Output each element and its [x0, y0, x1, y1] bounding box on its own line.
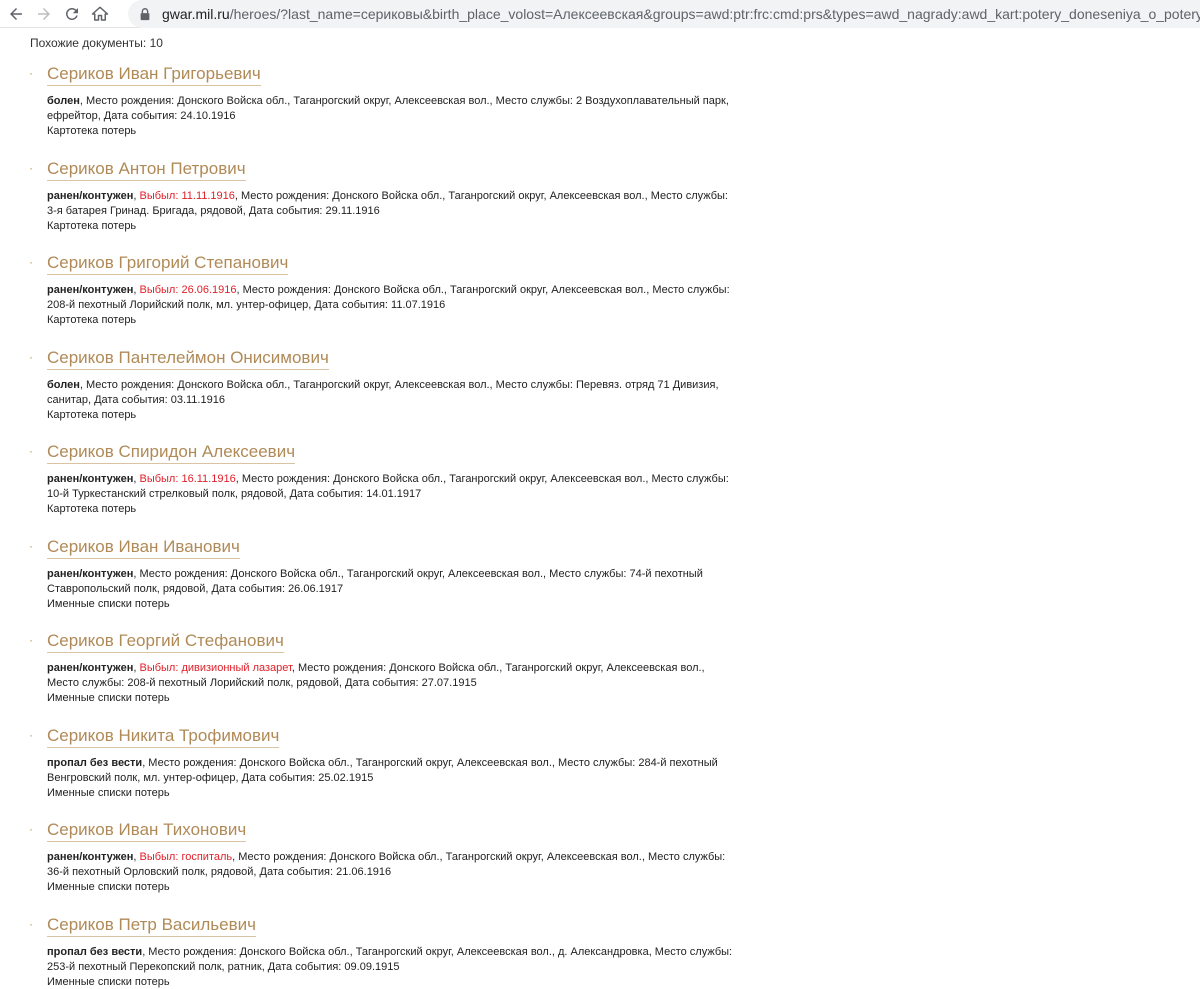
status-text: пропал без вести: [47, 945, 143, 958]
home-icon[interactable]: [86, 0, 114, 28]
details-text: , Место рождения: Донского Войска обл., …: [47, 945, 733, 973]
forward-arrow-icon[interactable]: [30, 0, 58, 28]
left-status-text: Выбыл: дивизионный лазарет: [139, 662, 292, 674]
bullet-icon: ·: [29, 633, 33, 647]
left-status-text: Выбыл: 16.11.1916: [139, 473, 236, 485]
bullet-icon: ·: [29, 255, 33, 269]
person-name-link[interactable]: Сериков Иван Тихонович: [47, 819, 247, 842]
status-text: ранен/контужен: [47, 567, 134, 580]
person-name-link[interactable]: Сериков Георгий Стефанович: [47, 630, 284, 653]
status-text: ранен/контужен: [47, 473, 134, 485]
source-label: Именные списки потерь: [47, 881, 170, 893]
url-path: /heroes/?last_name=сериковы&birth_place_…: [229, 6, 1200, 22]
left-status-text: Выбыл: госпиталь: [139, 851, 233, 863]
record-details: ранен/контужен, Выбыл: 16.11.1916, Место…: [47, 472, 737, 502]
record-details: ранен/контужен, Выбыл: 11.11.1916, Место…: [47, 189, 737, 219]
person-name-link[interactable]: Сериков Григорий Степанович: [47, 252, 289, 275]
url-domain: gwar.mil.ru: [162, 6, 230, 22]
source-label: Картотека потерь: [47, 408, 137, 421]
list-item: · Сериков Иван Тихонович ранен/контужен, В…: [0, 814, 760, 909]
status-text: пропал без вести: [47, 756, 143, 769]
source-label: Именные списки потерь: [47, 597, 170, 610]
record-details: болен, Место рождения: Донского Войска о…: [47, 94, 737, 124]
record-details: пропал без вести, Место рождения: Донско…: [47, 756, 737, 786]
bullet-icon: ·: [29, 727, 33, 742]
browser-toolbar: gwar.mil.ru/heroes/?last_name=сериковы&b…: [0, 0, 1200, 28]
bullet-icon: ·: [29, 160, 33, 175]
list-item: · Сериков Никита Трофимович пропал без вес…: [0, 720, 760, 815]
details-text: , Место рождения: Донского Войска обл., …: [47, 378, 719, 406]
source-label: Картотека потерь: [47, 219, 137, 232]
details-text: , Место рождения: Донского Войска обл., …: [47, 95, 729, 122]
person-name-link[interactable]: Сериков Петр Васильевич: [47, 914, 256, 937]
person-name-link[interactable]: Сериков Антон Петрович: [47, 158, 246, 181]
list-item: · Сериков Спиридон Алексеевич ранен/контуж…: [0, 436, 760, 531]
bullet-icon: ·: [29, 916, 33, 931]
source-label: Картотека потерь: [47, 503, 137, 515]
details-text: , Место рождения: Донского Войска обл., …: [47, 756, 718, 784]
list-item: · Сериков Пантелеймон Онисимович болен, Ме…: [0, 342, 760, 437]
results-list: · Сериков Иван Григорьевич болен, Место ро…: [0, 58, 760, 989]
bullet-icon: ·: [29, 66, 33, 80]
status-text: ранен/контужен: [47, 189, 134, 202]
source-label: Картотека потерь: [47, 125, 137, 137]
person-name-link[interactable]: Сериков Спиридон Алексеевич: [47, 441, 296, 464]
left-status-text: Выбыл: 26.06.1916: [139, 284, 237, 296]
record-details: пропал без вести, Место рождения: Донско…: [47, 945, 737, 975]
record-details: ранен/контужен, Выбыл: госпиталь, Место …: [47, 850, 737, 880]
source-label: Именные списки потерь: [47, 786, 170, 799]
status-text: болен: [47, 95, 80, 107]
left-status-text: Выбыл: 11.11.1916: [139, 189, 235, 202]
status-text: болен: [47, 378, 80, 391]
status-text: ранен/контужен: [47, 284, 134, 296]
record-details: ранен/контужен, Выбыл: 26.06.1916, Место…: [47, 283, 737, 313]
person-name-link[interactable]: Сериков Пантелеймон Онисимович: [47, 347, 329, 370]
lock-icon: [138, 7, 152, 21]
record-details: болен, Место рождения: Донского Войска о…: [47, 378, 737, 408]
source-label: Картотека потерь: [47, 314, 137, 326]
bullet-icon: ·: [29, 538, 33, 553]
status-text: ранен/контужен: [47, 662, 134, 674]
url-text: gwar.mil.ru/heroes/?last_name=сериковы&b…: [162, 6, 1200, 22]
status-text: ранен/контужен: [47, 851, 134, 863]
reload-icon[interactable]: [58, 0, 86, 28]
record-details: ранен/контужен, Место рождения: Донского…: [47, 567, 737, 597]
source-label: Именные списки потерь: [47, 692, 170, 704]
list-item: · Сериков Петр Васильевич пропал без вести…: [0, 909, 760, 989]
list-item: · Сериков Иван Григорьевич болен, Место ро…: [0, 58, 760, 153]
bullet-icon: ·: [29, 349, 33, 364]
person-name-link[interactable]: Сериков Иван Иванович: [47, 536, 240, 559]
source-label: Именные списки потерь: [47, 975, 170, 988]
similar-documents-count: Похожие документы: 10: [30, 36, 163, 50]
list-item: · Сериков Иван Иванович ранен/контужен, Ме…: [0, 531, 760, 626]
details-text: , Место рождения: Донского Войска обл., …: [47, 567, 703, 595]
list-item: · Сериков Григорий Степанович ранен/контуж…: [0, 247, 760, 342]
bullet-icon: ·: [29, 444, 33, 458]
list-item: · Сериков Антон Петрович ранен/контужен, В…: [0, 153, 760, 248]
address-bar[interactable]: gwar.mil.ru/heroes/?last_name=сериковы&b…: [128, 0, 1200, 28]
record-details: ранен/контужен, Выбыл: дивизионный лазар…: [47, 661, 737, 691]
back-arrow-icon[interactable]: [2, 0, 30, 28]
person-name-link[interactable]: Сериков Никита Трофимович: [47, 725, 280, 748]
person-name-link[interactable]: Сериков Иван Григорьевич: [47, 63, 261, 86]
list-item: · Сериков Георгий Стефанович ранен/контуже…: [0, 625, 760, 720]
bullet-icon: ·: [29, 822, 33, 836]
